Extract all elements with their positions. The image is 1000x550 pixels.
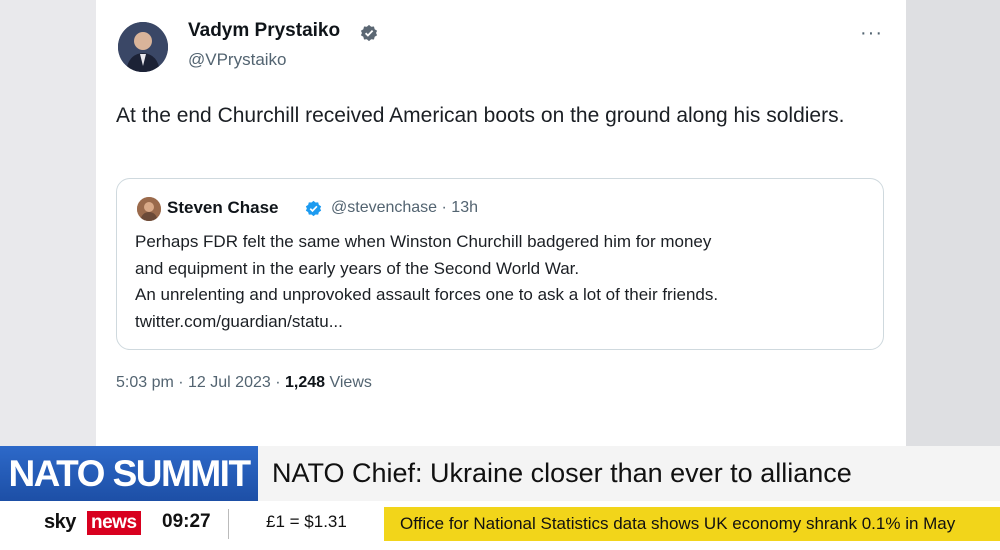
quote-line: and equipment in the early years of the … xyxy=(135,258,580,278)
tweet-footer: 5:03 pm · 12 Jul 2023 · 1,248 Views xyxy=(116,374,372,392)
news-ticker: Office for National Statistics data show… xyxy=(384,507,1000,541)
quote-line: An unrelenting and unprovoked assault fo… xyxy=(135,285,719,304)
author-handle[interactable]: @VPrystaiko xyxy=(188,50,287,70)
ticker-text: Office for National Statistics data show… xyxy=(400,514,956,533)
quote-text: Perhaps FDR felt the same when Winston C… xyxy=(135,229,875,335)
tweet-text: At the end Churchill received American b… xyxy=(116,104,845,127)
tweet-timestamp[interactable]: 5:03 pm · 12 Jul 2023 · xyxy=(116,374,285,391)
section-label: NATO SUMMIT xyxy=(0,446,258,501)
lower-third: NATO SUMMIT NATO Chief: Ukraine closer t… xyxy=(0,446,1000,501)
sky-logo: sky xyxy=(44,511,76,533)
quote-meta: @stevenchase · 13h xyxy=(331,199,478,216)
author-avatar[interactable] xyxy=(118,22,168,72)
quoted-tweet[interactable]: Steven Chase @stevenchase · 13h Perhaps … xyxy=(116,178,884,350)
news-logo: news xyxy=(87,511,141,535)
quote-link[interactable]: twitter.com/guardian/statu... xyxy=(135,309,875,336)
views-label: Views xyxy=(325,374,372,391)
quote-line: Perhaps FDR felt the same when Winston C… xyxy=(135,232,712,251)
more-horizontal-icon[interactable]: ··· xyxy=(860,22,883,45)
quote-author-name: Steven Chase xyxy=(167,198,279,217)
exchange-rate: £1 = $1.31 xyxy=(266,512,347,531)
views-count: 1,248 xyxy=(284,374,326,391)
author-name[interactable]: Vadym Prystaiko xyxy=(188,20,340,42)
divider xyxy=(228,509,229,539)
tweet-card: Vadym Prystaiko @VPrystaiko ··· At the e… xyxy=(96,0,906,446)
headline: NATO Chief: Ukraine closer than ever to … xyxy=(272,458,852,488)
background-left xyxy=(0,0,96,446)
verified-badge-icon xyxy=(305,200,322,217)
quote-author-avatar xyxy=(137,197,161,221)
verified-badge-icon xyxy=(360,24,378,42)
background-right xyxy=(906,0,1000,446)
ticker-bar: sky news 09:27 £1 = $1.31 Office for Nat… xyxy=(0,501,1000,550)
clock: 09:27 xyxy=(162,511,211,532)
